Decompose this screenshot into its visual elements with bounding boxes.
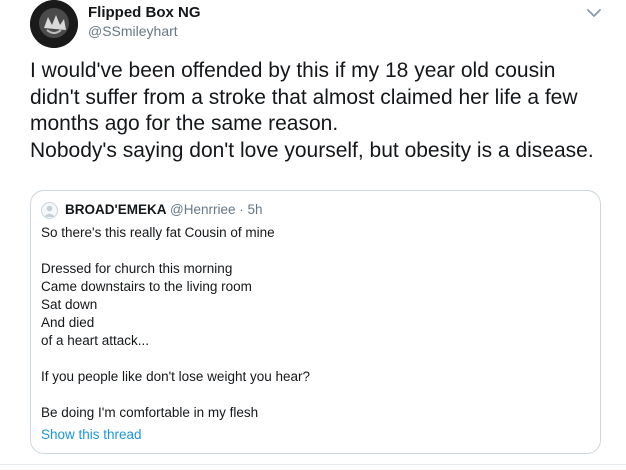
quoted-text-line: Be doing I'm comfortable in my flesh (41, 405, 259, 420)
default-avatar-icon (44, 205, 55, 217)
quoted-text-line: And died (41, 315, 95, 330)
tweet-text-line: months ago for the same reason. (30, 112, 339, 135)
quoted-display-name: BROAD'EMEKA (65, 202, 167, 217)
tweet-text-line: didn't suffer from a stroke that almost … (30, 85, 578, 109)
tweet-text-line: Nobody's saying don't love yourself, but… (30, 138, 594, 162)
divider (0, 464, 626, 465)
quoted-text-line: So there's this really fat Cousin of min… (41, 225, 275, 240)
tweet-card: Flipped Box NG @SSmileyhart I would've b… (0, 0, 626, 470)
quoted-text-line: Came downstairs to the living room (41, 279, 252, 294)
quoted-text-line: If you people like don't lose weight you… (41, 369, 311, 384)
quoted-text-line (41, 386, 581, 404)
show-thread-link[interactable]: Show this thread (41, 427, 142, 442)
avatar-image-icon (30, 0, 78, 48)
author-handle[interactable]: @SSmileyhart (88, 23, 178, 39)
quoted-text-line (41, 350, 581, 368)
author-display-name[interactable]: Flipped Box NG (88, 4, 201, 21)
quoted-text-line: Dressed for church this morning (41, 261, 233, 276)
quoted-text-line (41, 242, 581, 260)
quoted-tweet-text: So there's this really fat Cousin of min… (41, 224, 581, 422)
quoted-avatar (41, 202, 58, 219)
quoted-text-line: of a heart attack... (41, 333, 150, 348)
profile-avatar[interactable] (30, 0, 78, 48)
quoted-text-line: Sat down (41, 297, 98, 312)
quoted-tweet[interactable]: BROAD'EMEKA @Henrriee · 5h So there's th… (30, 190, 601, 454)
tweet-text-line: I would've been offended by this if my 1… (30, 59, 556, 82)
quoted-handle-time: @Henrriee · 5h (170, 202, 263, 217)
chevron-down-icon[interactable] (583, 2, 605, 24)
tweet-text: I would've been offended by this if my 1… (30, 58, 620, 164)
